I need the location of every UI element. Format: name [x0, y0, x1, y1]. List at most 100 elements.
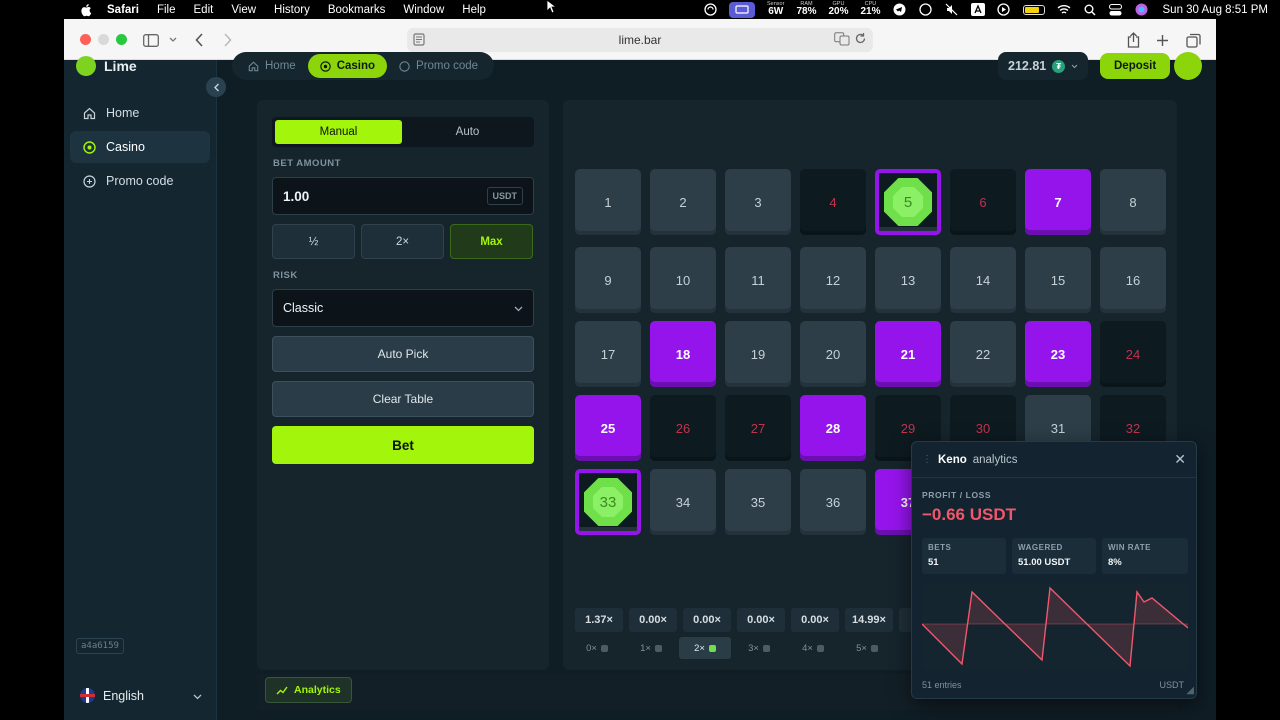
analytics-button[interactable]: Analytics: [265, 677, 352, 703]
keno-tile[interactable]: 24: [1100, 321, 1166, 387]
hit-count-cell[interactable]: 1×: [625, 637, 677, 659]
analytics-header[interactable]: ⋮ Keno analytics ✕: [912, 442, 1196, 478]
menu-bookmarks[interactable]: Bookmarks: [328, 4, 386, 16]
max-bet-button[interactable]: Max: [450, 224, 533, 259]
control-center-icon[interactable]: [1109, 3, 1123, 17]
double-bet-button[interactable]: 2×: [361, 224, 444, 259]
keno-tile[interactable]: 5: [875, 169, 941, 235]
resize-handle-icon[interactable]: ◢: [1186, 685, 1194, 696]
fullscreen-window-button[interactable]: [116, 34, 127, 45]
hit-count-cell[interactable]: 5×: [841, 637, 893, 659]
sidebar-toggle-icon[interactable]: [142, 31, 160, 49]
keno-tile[interactable]: 28: [800, 395, 866, 461]
keno-tile[interactable]: 8: [1100, 169, 1166, 235]
auto-pick-button[interactable]: Auto Pick: [272, 336, 534, 372]
tab-casino[interactable]: Casino: [307, 54, 388, 78]
keno-tile[interactable]: 36: [800, 469, 866, 535]
menu-view[interactable]: View: [231, 4, 256, 16]
wifi-icon[interactable]: [1057, 3, 1071, 17]
keno-tile[interactable]: 35: [725, 469, 791, 535]
keno-tile[interactable]: 33: [575, 469, 641, 535]
menu-window[interactable]: Window: [403, 4, 444, 16]
spotlight-search-icon[interactable]: [1083, 3, 1097, 17]
drag-handle-icon[interactable]: ⋮: [922, 454, 932, 465]
sync-icon[interactable]: [703, 3, 717, 17]
menu-file[interactable]: File: [157, 4, 176, 16]
bet-amount-input[interactable]: 1.00 USDT: [272, 177, 534, 215]
keno-tile[interactable]: 15: [1025, 247, 1091, 313]
risk-select[interactable]: Classic: [272, 289, 534, 327]
clear-table-button[interactable]: Clear Table: [272, 381, 534, 417]
keno-tile[interactable]: 23: [1025, 321, 1091, 387]
menu-history[interactable]: History: [274, 4, 310, 16]
gpu-stat[interactable]: GPU 20%: [828, 1, 848, 18]
keno-tile[interactable]: 22: [950, 321, 1016, 387]
apple-icon[interactable]: [80, 3, 94, 17]
forward-icon[interactable]: [218, 31, 236, 49]
keno-tile[interactable]: 26: [650, 395, 716, 461]
keno-tile[interactable]: 2: [650, 169, 716, 235]
avatar[interactable]: [1174, 52, 1202, 80]
page-menu-icon[interactable]: [413, 33, 425, 49]
keno-tile[interactable]: 21: [875, 321, 941, 387]
language-selector[interactable]: English: [80, 688, 202, 703]
keno-tile[interactable]: 14: [950, 247, 1016, 313]
ram-stat[interactable]: RAM 78%: [796, 1, 816, 18]
sidebar-item-home[interactable]: Home: [70, 97, 210, 129]
bet-button[interactable]: Bet: [272, 426, 534, 464]
tab-home[interactable]: Home: [236, 54, 308, 78]
battery-icon[interactable]: [1022, 4, 1045, 15]
keno-tile[interactable]: 19: [725, 321, 791, 387]
compass-icon[interactable]: [919, 3, 933, 17]
keno-tile[interactable]: 3: [725, 169, 791, 235]
reload-icon[interactable]: [854, 32, 867, 49]
sensor-stat[interactable]: Sensor 6W: [767, 1, 784, 18]
keno-tile[interactable]: 6: [950, 169, 1016, 235]
sidebar-item-casino[interactable]: Casino: [70, 131, 210, 163]
menu-app-name[interactable]: Safari: [107, 4, 139, 16]
keno-tile[interactable]: 17: [575, 321, 641, 387]
tab-promo-code[interactable]: Promo code: [387, 54, 490, 78]
close-icon[interactable]: ✕: [1174, 451, 1186, 468]
deposit-button[interactable]: Deposit: [1100, 53, 1171, 79]
translate-icon[interactable]: [834, 32, 850, 49]
hit-count-cell[interactable]: 3×: [733, 637, 785, 659]
keno-tile[interactable]: 7: [1025, 169, 1091, 235]
keno-tile[interactable]: 4: [800, 169, 866, 235]
brand-logo[interactable]: Lime: [76, 56, 137, 76]
menubar-clock[interactable]: Sun 30 Aug 8:51 PM: [1163, 4, 1269, 16]
input-source-icon[interactable]: [970, 3, 985, 17]
tab-group-chevron-icon[interactable]: [164, 31, 182, 49]
half-bet-button[interactable]: ½: [272, 224, 355, 259]
menu-edit[interactable]: Edit: [194, 4, 214, 16]
cpu-stat[interactable]: CPU 21%: [860, 1, 880, 18]
minimize-window-button[interactable]: [98, 34, 109, 45]
keno-tile[interactable]: 11: [725, 247, 791, 313]
keno-tile[interactable]: 13: [875, 247, 941, 313]
wallet-balance[interactable]: 212.81 ₮: [998, 52, 1089, 80]
keno-tile[interactable]: 12: [800, 247, 866, 313]
keno-tile[interactable]: 25: [575, 395, 641, 461]
new-tab-icon[interactable]: [1153, 31, 1171, 49]
mute-icon[interactable]: [945, 3, 959, 17]
back-icon[interactable]: [190, 31, 208, 49]
tab-overview-icon[interactable]: [1184, 31, 1202, 49]
keno-tile[interactable]: 1: [575, 169, 641, 235]
keno-tile[interactable]: 16: [1100, 247, 1166, 313]
siri-icon[interactable]: [1135, 3, 1149, 17]
address-bar[interactable]: lime.bar: [407, 28, 873, 52]
telegram-icon[interactable]: [893, 3, 907, 17]
hit-count-cell[interactable]: 0×: [571, 637, 623, 659]
hit-count-cell[interactable]: 2×: [679, 637, 731, 659]
close-window-button[interactable]: [80, 34, 91, 45]
share-icon[interactable]: [1124, 31, 1142, 49]
screen-share-icon[interactable]: [729, 1, 756, 18]
keno-tile[interactable]: 27: [725, 395, 791, 461]
keno-tile[interactable]: 10: [650, 247, 716, 313]
keno-tile[interactable]: 9: [575, 247, 641, 313]
keno-tile[interactable]: 20: [800, 321, 866, 387]
hit-count-cell[interactable]: 4×: [787, 637, 839, 659]
keno-tile[interactable]: 18: [650, 321, 716, 387]
tab-manual[interactable]: Manual: [275, 120, 402, 144]
keno-tile[interactable]: 34: [650, 469, 716, 535]
